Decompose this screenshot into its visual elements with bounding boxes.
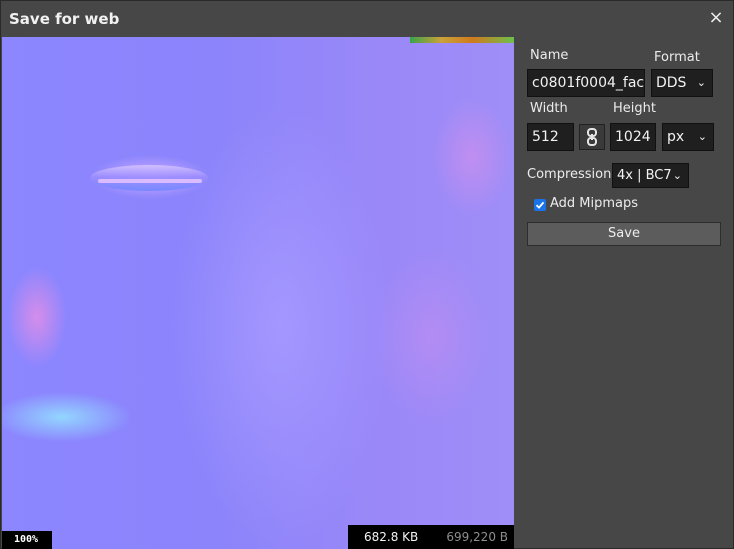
width-input[interactable]: 512 bbox=[527, 123, 574, 151]
name-input[interactable]: c0801f0004_face bbox=[527, 69, 645, 97]
chevron-down-icon: ⌄ bbox=[696, 76, 706, 89]
file-size-bytes: 699,220 B bbox=[446, 530, 508, 544]
format-select-value: DDS bbox=[656, 75, 687, 91]
chevron-down-icon: ⌄ bbox=[697, 130, 707, 143]
file-size-readable: 682.8 KB bbox=[364, 530, 419, 544]
preview-eye-line bbox=[98, 179, 202, 183]
preview-eye-detail bbox=[90, 165, 208, 191]
unit-select-value: px bbox=[667, 129, 685, 145]
width-label: Width bbox=[530, 101, 568, 116]
file-size-bar: 682.8 KB 699,220 B bbox=[348, 525, 514, 549]
dialog-title: Save for web bbox=[9, 10, 120, 28]
mipmaps-label[interactable]: Add Mipmaps bbox=[550, 196, 638, 211]
close-icon[interactable]: × bbox=[707, 9, 725, 27]
unit-select[interactable]: px ⌄ bbox=[662, 123, 714, 151]
compression-select-value: 4x | BC7 bbox=[617, 168, 672, 183]
format-label: Format bbox=[654, 50, 700, 65]
save-button[interactable]: Save bbox=[527, 222, 721, 246]
chevron-down-icon: ⌄ bbox=[672, 169, 682, 182]
height-input[interactable]: 1024 bbox=[610, 123, 656, 151]
compression-select[interactable]: 4x | BC7 ⌄ bbox=[612, 163, 689, 188]
settings-panel: Name Format c0801f0004_face DDS ⌄ Width … bbox=[515, 37, 734, 549]
height-label: Height bbox=[613, 101, 656, 116]
title-bar: Save for web × bbox=[1, 1, 733, 37]
format-select[interactable]: DDS ⌄ bbox=[651, 69, 713, 97]
mipmaps-checkbox[interactable] bbox=[534, 199, 546, 211]
image-preview[interactable]: 100% 682.8 KB 699,220 B bbox=[2, 37, 514, 549]
checkmark-icon bbox=[535, 201, 545, 209]
zoom-level: 100% bbox=[2, 531, 53, 549]
link-dimensions-button[interactable] bbox=[579, 124, 605, 150]
save-for-web-dialog: Save for web × 100% 682.8 KB 699,220 B N… bbox=[0, 0, 734, 549]
texture-edge-strip bbox=[410, 37, 514, 43]
compression-label: Compression: bbox=[527, 167, 616, 182]
name-label: Name bbox=[530, 48, 569, 63]
chain-link-icon bbox=[587, 128, 597, 146]
